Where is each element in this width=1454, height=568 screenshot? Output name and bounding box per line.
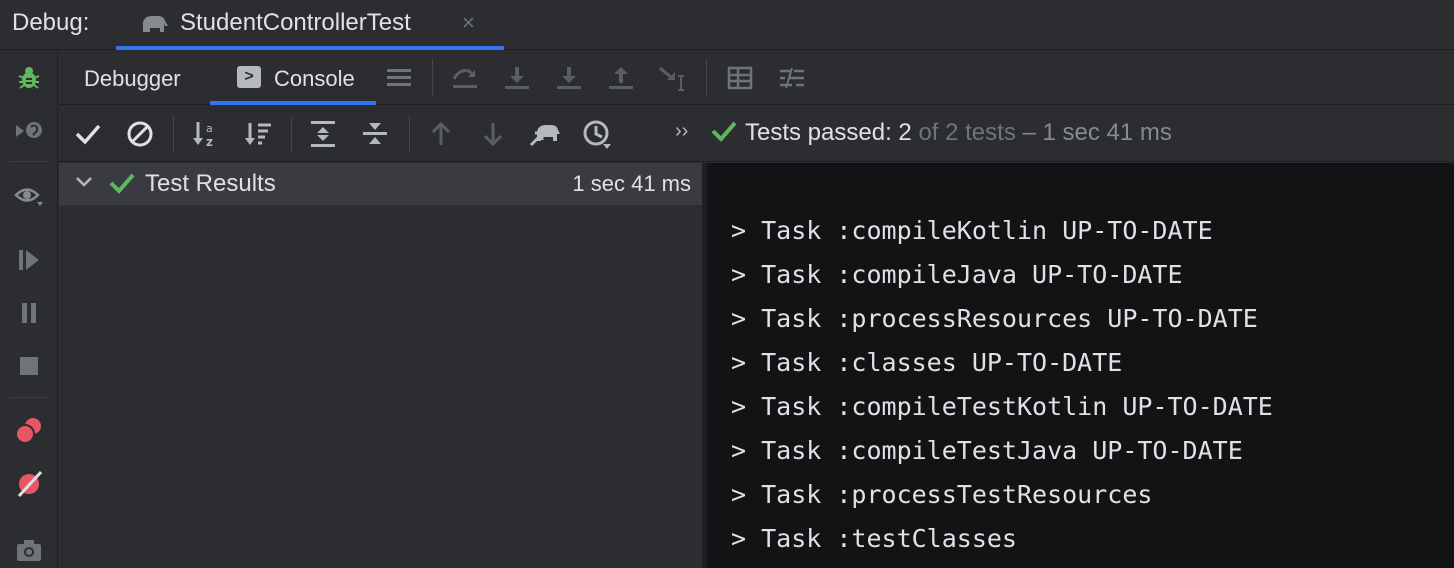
toolbar-separator [409, 116, 410, 152]
previous-failed-icon[interactable] [424, 117, 458, 151]
import-tests-icon[interactable] [528, 117, 562, 151]
debug-label: Debug: [12, 9, 90, 36]
show-passed-icon[interactable] [71, 117, 105, 151]
console-output[interactable]: > Task :compileKotlin UP-TO-DATE > Task … [707, 163, 1454, 568]
step-over-icon[interactable] [448, 61, 482, 95]
toolbar-separator [432, 59, 433, 97]
view-breakpoints-eye-icon[interactable] [12, 179, 46, 213]
run-config-name: StudentControllerTest [180, 9, 411, 36]
debug-title-bar: Debug: StudentControllerTest × [0, 0, 1454, 50]
rerun-icon[interactable] [12, 114, 46, 148]
chevron-down-icon[interactable] [73, 171, 95, 198]
active-tab-indicator [210, 101, 376, 105]
step-out-icon[interactable] [604, 61, 638, 95]
tab-debugger[interactable]: Debugger [59, 51, 209, 105]
passed-check-icon [109, 171, 135, 200]
run-config-tab[interactable]: StudentControllerTest × [116, 0, 504, 50]
console-line: > Task :compileTestJava UP-TO-DATE [731, 436, 1243, 465]
more-actions-icon[interactable]: ›› [675, 120, 688, 143]
tests-passed-text: Tests passed: 2 [745, 119, 912, 146]
tests-total-text: of 2 tests [918, 119, 1016, 146]
test-history-icon[interactable] [580, 117, 614, 151]
gradle-elephant-icon [140, 12, 170, 41]
close-icon[interactable]: × [462, 10, 475, 36]
menu-icon[interactable] [382, 61, 416, 95]
console-line: > Task :compileJava UP-TO-DATE [731, 260, 1183, 289]
camera-icon[interactable] [12, 533, 46, 567]
passed-check-icon [711, 121, 737, 142]
test-results-root-row[interactable]: Test Results 1 sec 41 ms [59, 163, 702, 205]
show-ignored-icon[interactable] [123, 117, 157, 151]
mute-breakpoints-icon[interactable] [12, 467, 46, 501]
toolbar-separator [10, 397, 48, 398]
collapse-all-icon[interactable] [358, 117, 392, 151]
console-line: > Task :compileTestKotlin UP-TO-DATE [731, 392, 1273, 421]
svg-text:a: a [206, 122, 213, 135]
trace-current-stream-icon[interactable] [775, 61, 809, 95]
sort-by-duration-icon[interactable] [241, 117, 275, 151]
toolbar-separator [291, 116, 292, 152]
evaluate-expression-icon[interactable] [723, 61, 757, 95]
console-line: > Task :processResources UP-TO-DATE [731, 304, 1258, 333]
run-to-cursor-icon[interactable] [656, 61, 690, 95]
tab-console[interactable]: > Console [210, 51, 376, 105]
console-icon: > [237, 66, 261, 88]
resume-icon[interactable] [12, 243, 46, 277]
step-into-icon[interactable] [500, 61, 534, 95]
svg-text:z: z [206, 135, 213, 149]
stop-icon[interactable] [12, 349, 46, 383]
console-line: > Task :compileKotlin UP-TO-DATE [731, 216, 1213, 245]
tab-console-label: Console [274, 66, 355, 91]
expand-all-icon[interactable] [306, 117, 340, 151]
test-results-label: Test Results [145, 170, 276, 197]
debugger-tabs-row: Debugger > Console [59, 51, 1454, 105]
console-line: > Task :processTestResources [731, 480, 1153, 509]
test-runner-toolbar: az ›› Tests passed: 2 of 2 tests – 1 sec… [59, 106, 1454, 162]
debug-bug-icon[interactable] [12, 61, 46, 95]
test-status-summary: ›› Tests passed: 2 of 2 tests – 1 sec 41… [675, 118, 1172, 147]
sort-alphabetically-icon[interactable]: az [189, 117, 223, 151]
view-breakpoints-icon[interactable] [12, 413, 46, 447]
test-results-time: 1 sec 41 ms [572, 171, 691, 196]
next-failed-icon[interactable] [476, 117, 510, 151]
debug-side-toolbar [0, 51, 58, 568]
console-line: > Task :testClasses [731, 524, 1017, 553]
toolbar-separator [173, 116, 174, 152]
console-line: > Task :classes UP-TO-DATE [731, 348, 1123, 377]
active-tab-indicator [116, 46, 504, 50]
tab-debugger-label: Debugger [84, 66, 181, 91]
test-results-tree: Test Results 1 sec 41 ms [59, 163, 702, 568]
tests-duration-text: – 1 sec 41 ms [1022, 119, 1172, 146]
toolbar-separator [10, 161, 48, 162]
toolbar-separator [706, 59, 707, 97]
pause-icon[interactable] [12, 296, 46, 330]
force-step-into-icon[interactable] [552, 61, 586, 95]
